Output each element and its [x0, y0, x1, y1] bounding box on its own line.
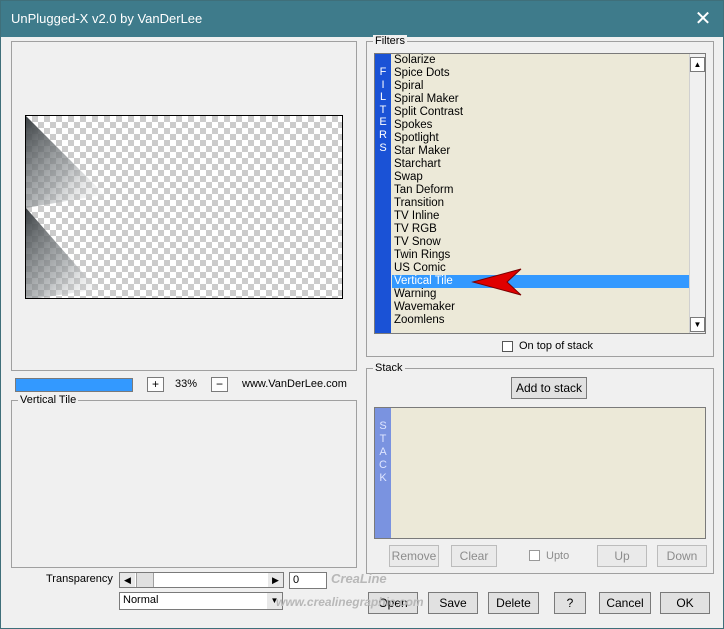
plugin-dialog: UnPlugged-X v2.0 by VanDerLee ✕ + 33% − … [0, 0, 724, 629]
render-progress-fill [16, 379, 132, 391]
filter-list-item[interactable]: Warning [392, 288, 689, 301]
stack-panel: Stack Add to stack STACK Remove Clear Up… [366, 362, 714, 574]
scroll-up-icon[interactable]: ▲ [690, 57, 705, 72]
filter-list-item[interactable]: Wavemaker [392, 301, 689, 314]
filter-list-item[interactable]: Starchart [392, 158, 689, 171]
filters-strip-label: FILTERS [379, 66, 387, 154]
filter-list-item[interactable]: US Comic [392, 262, 689, 275]
filter-list-item[interactable]: TV RGB [392, 223, 689, 236]
blend-mode-select[interactable]: Normal ▼ [119, 592, 283, 610]
window-title: UnPlugged-X v2.0 by VanDerLee [11, 11, 203, 26]
stack-strip: STACK [375, 408, 391, 538]
scroll-down-icon[interactable]: ▼ [690, 317, 705, 332]
filter-list-item[interactable]: Split Contrast [392, 106, 689, 119]
filters-caption: Filters [373, 35, 407, 47]
upto-label: Upto [546, 550, 570, 562]
filter-list-item[interactable]: TV Inline [392, 210, 689, 223]
filters-list[interactable]: FILTERS Solarize Spice Dots Spiral Spiral M… [374, 53, 706, 334]
stack-caption: Stack [373, 362, 405, 374]
filter-list-item[interactable]: Spotlight [392, 132, 689, 145]
stack-list[interactable]: STACK [374, 407, 706, 539]
filter-list-item[interactable]: Star Maker [392, 145, 689, 158]
help-button[interactable]: ? [554, 592, 586, 614]
save-button[interactable]: Save [428, 592, 478, 614]
close-icon[interactable]: ✕ [683, 1, 723, 37]
cancel-button[interactable]: Cancel [599, 592, 651, 614]
preview-panel [11, 41, 357, 371]
clear-button[interactable]: Clear [451, 545, 497, 567]
on-top-of-stack-label: On top of stack [519, 340, 593, 352]
filter-list-item[interactable]: Twin Rings [392, 249, 689, 262]
title-bar: UnPlugged-X v2.0 by VanDerLee ✕ [1, 1, 723, 37]
remove-button[interactable]: Remove [389, 545, 439, 567]
transparency-slider-thumb[interactable] [136, 573, 154, 587]
filter-list-item[interactable]: Zoomlens [392, 314, 689, 327]
preview-image[interactable] [25, 115, 343, 299]
delete-button[interactable]: Delete [488, 592, 539, 614]
filter-list-item[interactable]: Spiral Maker [392, 93, 689, 106]
filter-info-title: Vertical Tile [18, 394, 79, 406]
zoom-out-button[interactable]: − [211, 377, 228, 392]
website-link[interactable]: www.VanDerLee.com [242, 378, 347, 390]
blend-mode-value: Normal [123, 594, 159, 606]
upto-checkbox[interactable] [529, 550, 540, 561]
watermark-logo: CreaLine [331, 571, 387, 586]
scroll-left-icon[interactable]: ◀ [120, 573, 135, 587]
filter-info-panel: Vertical Tile [11, 394, 357, 568]
transparency-slider[interactable]: ◀ ▶ [119, 572, 284, 588]
filter-list-item[interactable]: Spice Dots [392, 67, 689, 80]
down-button[interactable]: Down [657, 545, 707, 567]
zoom-controls: + 33% − www.VanDerLee.com [15, 377, 355, 393]
transparency-input[interactable]: 0 [289, 572, 327, 589]
filters-scrollbar[interactable]: ▲ ▼ [689, 54, 705, 333]
filter-list-item[interactable]: Swap [392, 171, 689, 184]
filter-list-item[interactable]: Tan Deform [392, 184, 689, 197]
add-to-stack-button[interactable]: Add to stack [511, 377, 587, 399]
filter-list-item[interactable]: Spiral [392, 80, 689, 93]
scroll-right-icon[interactable]: ▶ [268, 573, 283, 587]
filter-list-item[interactable]: Spokes [392, 119, 689, 132]
filter-list-item[interactable]: Solarize [392, 54, 689, 67]
filter-list-item[interactable]: Vertical Tile [392, 275, 689, 288]
zoom-in-button[interactable]: + [147, 377, 164, 392]
transparency-label: Transparency [46, 573, 113, 585]
zoom-level: 33% [175, 378, 198, 390]
red-pointer-arrow-icon [471, 268, 522, 296]
stack-strip-label: STACK [379, 420, 387, 484]
ok-button[interactable]: OK [660, 592, 710, 614]
up-button[interactable]: Up [597, 545, 647, 567]
watermark-url: www.crealinegraphic.com [276, 595, 424, 609]
on-top-of-stack-checkbox[interactable] [502, 341, 513, 352]
render-progress-bar [15, 378, 133, 392]
filters-panel: Filters FILTERS Solarize Spice Dots Spiral… [366, 35, 714, 357]
filter-list-item[interactable]: Transition [392, 197, 689, 210]
filters-strip: FILTERS [375, 54, 391, 333]
filters-items: Solarize Spice Dots Spiral Spiral Maker Spli… [392, 54, 689, 327]
filter-list-item[interactable]: TV Snow [392, 236, 689, 249]
